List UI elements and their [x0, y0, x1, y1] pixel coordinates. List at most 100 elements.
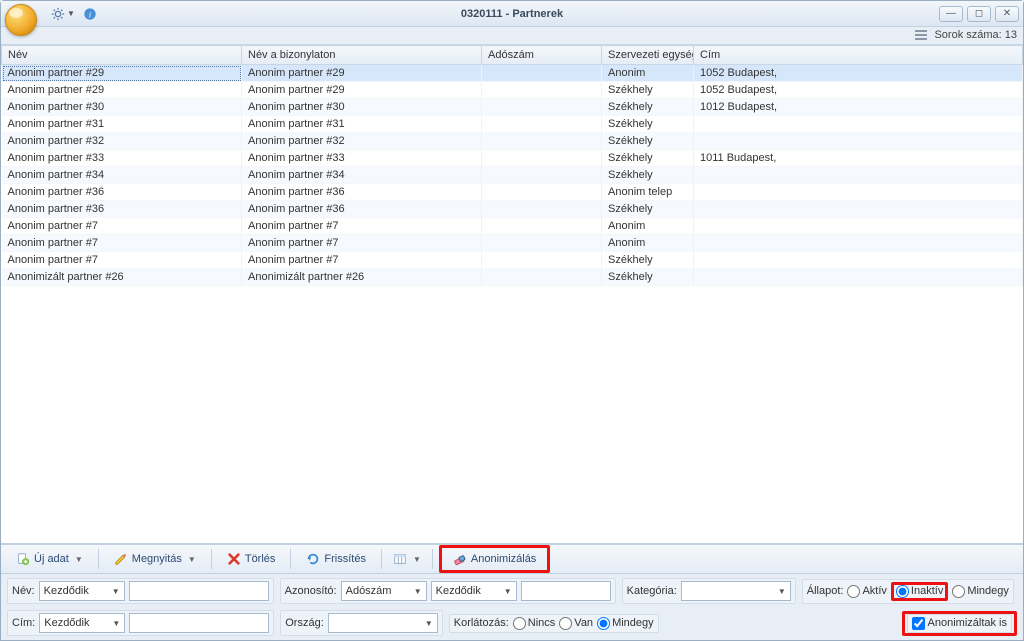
- table-row[interactable]: Anonim partner #34Anonim partner #34Szék…: [2, 167, 1023, 184]
- korlatozas-label: Korlátozás:: [454, 617, 509, 629]
- azonosito-input[interactable]: [521, 581, 611, 601]
- cim-input[interactable]: [129, 613, 269, 633]
- columns-icon: [393, 552, 407, 566]
- table-row[interactable]: Anonim partner #32Anonim partner #32Szék…: [2, 133, 1023, 150]
- table-row[interactable]: Anonim partner #29Anonim partner #29Szék…: [2, 82, 1023, 99]
- filter-cim: Cím: Kezdődik▼: [7, 610, 274, 636]
- nev-mode-combo[interactable]: Kezdődik▼: [39, 581, 125, 601]
- anonymize-label: Anonimizálás: [471, 553, 536, 565]
- allapot-aktiv-radio[interactable]: Aktív: [847, 585, 886, 598]
- kategoria-label: Kategória:: [627, 585, 677, 597]
- anonimizaltak-checkbox[interactable]: Anonimizáltak is: [912, 617, 1007, 630]
- azonosito-type-combo[interactable]: Adószám▼: [341, 581, 427, 601]
- kategoria-combo[interactable]: ▼: [681, 581, 791, 601]
- cim-mode-combo[interactable]: Kezdődik▼: [39, 613, 125, 633]
- filter-azonosito: Azonosító: Adószám▼ Kezdődik▼: [280, 578, 616, 604]
- cell-cim: [694, 218, 1023, 235]
- cell-bizon: Anonim partner #36: [242, 184, 482, 201]
- cell-ado: [482, 218, 602, 235]
- delete-x-icon: [227, 552, 241, 566]
- delete-button[interactable]: Törlés: [218, 548, 285, 570]
- cell-ado: [482, 65, 602, 82]
- rowcount-label: Sorok száma: 13: [934, 29, 1017, 41]
- korlatozas-mindegy-radio[interactable]: Mindegy: [597, 617, 654, 630]
- cell-nev: Anonim partner #33: [2, 150, 242, 167]
- table-row[interactable]: Anonim partner #36Anonim partner #36Szék…: [2, 201, 1023, 218]
- cell-cim: [694, 235, 1023, 252]
- col-header-szervezeti[interactable]: Szervezeti egység: [602, 46, 694, 65]
- cell-cim: [694, 184, 1023, 201]
- cell-szerv: Székhely: [602, 99, 694, 116]
- filter-anonimizaltak: Anonimizáltak is: [907, 614, 1012, 633]
- chevron-down-icon: ▼: [425, 619, 433, 628]
- cell-ado: [482, 116, 602, 133]
- col-header-nev[interactable]: Név: [2, 46, 242, 65]
- table-row[interactable]: Anonim partner #31Anonim partner #31Szék…: [2, 116, 1023, 133]
- chevron-down-icon: ▼: [504, 587, 512, 596]
- korlatozas-van-radio[interactable]: Van: [559, 617, 593, 630]
- cell-cim: 1052 Budapest,: [694, 82, 1023, 99]
- cell-ado: [482, 201, 602, 218]
- table-row[interactable]: Anonim partner #33Anonim partner #33Szék…: [2, 150, 1023, 167]
- refresh-icon: [306, 552, 320, 566]
- cell-szerv: Székhely: [602, 201, 694, 218]
- cell-nev: Anonim partner #29: [2, 82, 242, 99]
- window-title: 0320111 - Partnerek: [461, 8, 563, 20]
- azonosito-label: Azonosító:: [285, 585, 337, 597]
- cell-bizon: Anonim partner #31: [242, 116, 482, 133]
- cell-ado: [482, 82, 602, 99]
- table-row[interactable]: Anonim partner #29Anonim partner #29Anon…: [2, 65, 1023, 82]
- allapot-label: Állapot:: [807, 585, 844, 597]
- cell-cim: 1011 Budapest,: [694, 150, 1023, 167]
- open-label: Megnyitás: [132, 553, 182, 565]
- cell-bizon: Anonim partner #7: [242, 252, 482, 269]
- cell-szerv: Székhely: [602, 150, 694, 167]
- cell-bizon: Anonim partner #7: [242, 235, 482, 252]
- refresh-button[interactable]: Frissítés: [297, 548, 375, 570]
- table-row[interactable]: Anonim partner #30Anonim partner #30Szék…: [2, 99, 1023, 116]
- korlatozas-nincs-radio[interactable]: Nincs: [513, 617, 556, 630]
- list-icon: [915, 30, 927, 40]
- allapot-mindegy-radio[interactable]: Mindegy: [952, 585, 1009, 598]
- cell-nev: Anonim partner #7: [2, 252, 242, 269]
- new-data-button[interactable]: Új adat ▼: [7, 548, 92, 570]
- cell-cim: [694, 201, 1023, 218]
- maximize-button[interactable]: ◻: [967, 6, 991, 22]
- cell-bizon: Anonim partner #29: [242, 82, 482, 99]
- table-row[interactable]: Anonimizált partner #26Anonimizált partn…: [2, 269, 1023, 286]
- cell-ado: [482, 167, 602, 184]
- col-header-cim[interactable]: Cím: [694, 46, 1023, 65]
- columns-button[interactable]: ▼: [388, 548, 426, 570]
- nev-input[interactable]: [129, 581, 269, 601]
- azonosito-mode-combo[interactable]: Kezdődik▼: [431, 581, 517, 601]
- settings-button[interactable]: ▼: [51, 7, 75, 21]
- table-row[interactable]: Anonim partner #7Anonim partner #7Anonim: [2, 218, 1023, 235]
- allapot-inaktiv-radio[interactable]: Inaktív: [896, 585, 943, 598]
- col-header-adoszam[interactable]: Adószám: [482, 46, 602, 65]
- filter-orszag: Ország: ▼: [280, 610, 443, 636]
- chevron-down-icon: ▼: [414, 587, 422, 596]
- data-grid[interactable]: Név Név a bizonylaton Adószám Szervezeti…: [1, 45, 1023, 544]
- table-row[interactable]: Anonim partner #7Anonim partner #7Székhe…: [2, 252, 1023, 269]
- col-header-bizonylat[interactable]: Név a bizonylaton: [242, 46, 482, 65]
- new-data-label: Új adat: [34, 553, 69, 565]
- cell-ado: [482, 235, 602, 252]
- cell-nev: Anonim partner #29: [2, 65, 242, 82]
- orszag-combo[interactable]: ▼: [328, 613, 438, 633]
- table-row[interactable]: Anonim partner #7Anonim partner #7Anonim: [2, 235, 1023, 252]
- open-button[interactable]: Megnyitás ▼: [105, 548, 205, 570]
- app-orb-icon[interactable]: [5, 4, 37, 36]
- filter-bar: Név: Kezdődik▼ Azonosító: Adószám▼ Kezdő…: [1, 574, 1023, 640]
- info-icon[interactable]: i: [83, 7, 97, 21]
- orszag-label: Ország:: [285, 617, 324, 629]
- table-row[interactable]: Anonim partner #36Anonim partner #36Anon…: [2, 184, 1023, 201]
- cell-nev: Anonim partner #30: [2, 99, 242, 116]
- cell-ado: [482, 184, 602, 201]
- minimize-button[interactable]: —: [939, 6, 963, 22]
- close-button[interactable]: ✕: [995, 6, 1019, 22]
- anonymize-button[interactable]: Anonimizálás: [444, 548, 545, 570]
- cell-cim: [694, 269, 1023, 286]
- pencil-icon: [114, 552, 128, 566]
- highlight-inaktiv: Inaktív: [891, 582, 948, 601]
- cell-nev: Anonimizált partner #26: [2, 269, 242, 286]
